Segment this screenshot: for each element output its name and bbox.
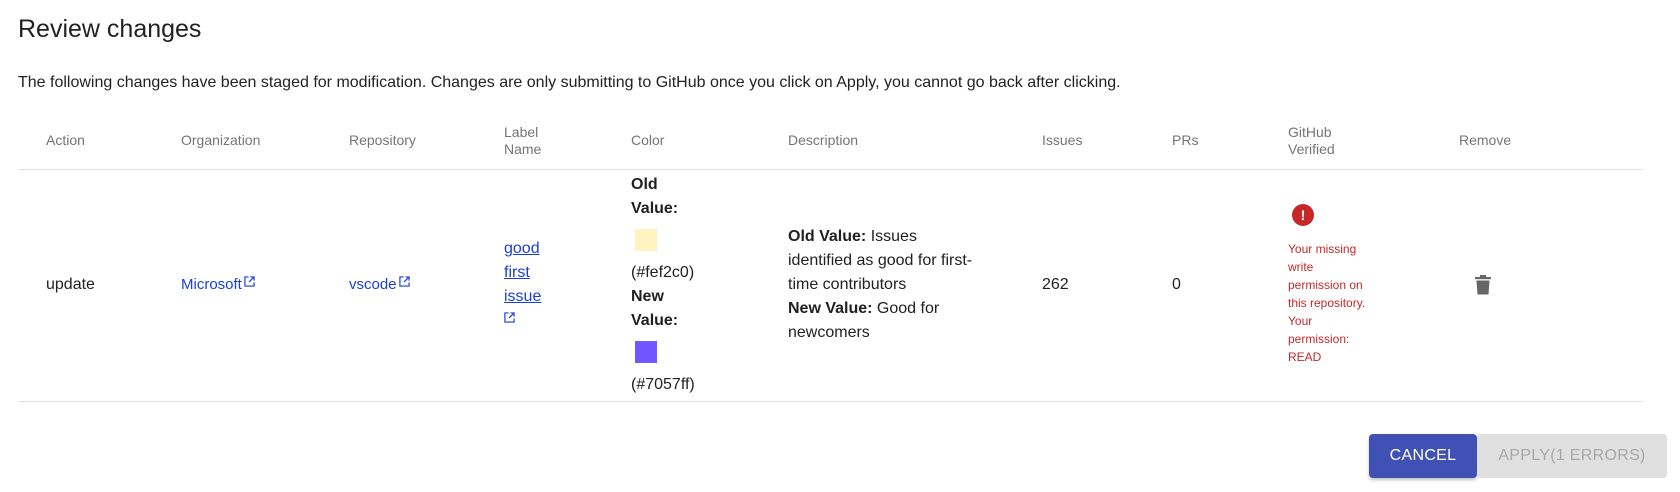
cell-github-verified: ! Your missing write permission on this … (1260, 169, 1429, 402)
description-old-label: Old Value: (788, 228, 867, 245)
cell-organization: Microsoft (153, 169, 321, 402)
repository-link[interactable]: vscode (349, 276, 410, 293)
verification-error-message: Your missing write permission on this re… (1288, 242, 1366, 364)
cell-remove (1429, 169, 1642, 402)
changes-table: Action Organization Repository Label Nam… (18, 113, 1642, 402)
label-name-link[interactable]: good first issue (504, 237, 546, 333)
cell-color: Old Value: (#fef2c0) New Value: (#7057ff… (603, 169, 760, 402)
organization-link[interactable]: Microsoft (181, 276, 255, 293)
column-header-remove: Remove (1429, 113, 1642, 170)
error-icon: ! (1292, 204, 1314, 226)
table-header-row: Action Organization Repository Label Nam… (18, 113, 1642, 170)
label-name-word: issue (504, 288, 542, 305)
color-new-hex: (#7057ff) (631, 376, 695, 393)
cancel-button[interactable]: CANCEL (1369, 434, 1477, 478)
color-old-label: Old Value: (631, 176, 679, 217)
column-header-issues: Issues (1014, 113, 1144, 170)
table-row: update Microsoft vscode good first issue… (18, 169, 1642, 402)
apply-button[interactable]: APPLY(1 ERRORS) (1477, 434, 1667, 478)
column-header-label-name: Label Name (476, 113, 603, 170)
cell-issues: 262 (1014, 169, 1144, 402)
label-name-word: good (504, 240, 540, 257)
external-link-icon (398, 276, 410, 287)
trash-icon[interactable] (1475, 275, 1491, 295)
organization-link-text: Microsoft (181, 276, 242, 293)
cell-prs: 0 (1144, 169, 1260, 402)
column-header-description: Description (760, 113, 1014, 170)
old-color-swatch (635, 229, 657, 251)
cell-repository: vscode (321, 169, 476, 402)
page-title: Review changes (18, 15, 202, 43)
color-new-label: New Value: (631, 288, 679, 329)
column-header-prs: PRs (1144, 113, 1260, 170)
column-header-organization: Organization (153, 113, 321, 170)
label-name-word: first (504, 264, 530, 281)
cell-action: update (18, 169, 153, 402)
column-header-github-verified: GitHub Verified (1260, 113, 1429, 170)
description-new-label: New Value: (788, 300, 873, 317)
column-header-action: Action (18, 113, 153, 170)
external-link-icon (504, 312, 515, 323)
cell-label-name: good first issue (476, 169, 603, 402)
external-link-icon (244, 276, 255, 287)
cell-description: Old Value: Issues identified as good for… (760, 169, 1014, 402)
page-description: The following changes have been staged f… (18, 74, 1121, 91)
column-header-repository: Repository (321, 113, 476, 170)
repository-link-text: vscode (349, 276, 397, 293)
column-header-color: Color (603, 113, 760, 170)
color-old-hex: (#fef2c0) (631, 264, 695, 281)
new-color-swatch (635, 341, 657, 363)
